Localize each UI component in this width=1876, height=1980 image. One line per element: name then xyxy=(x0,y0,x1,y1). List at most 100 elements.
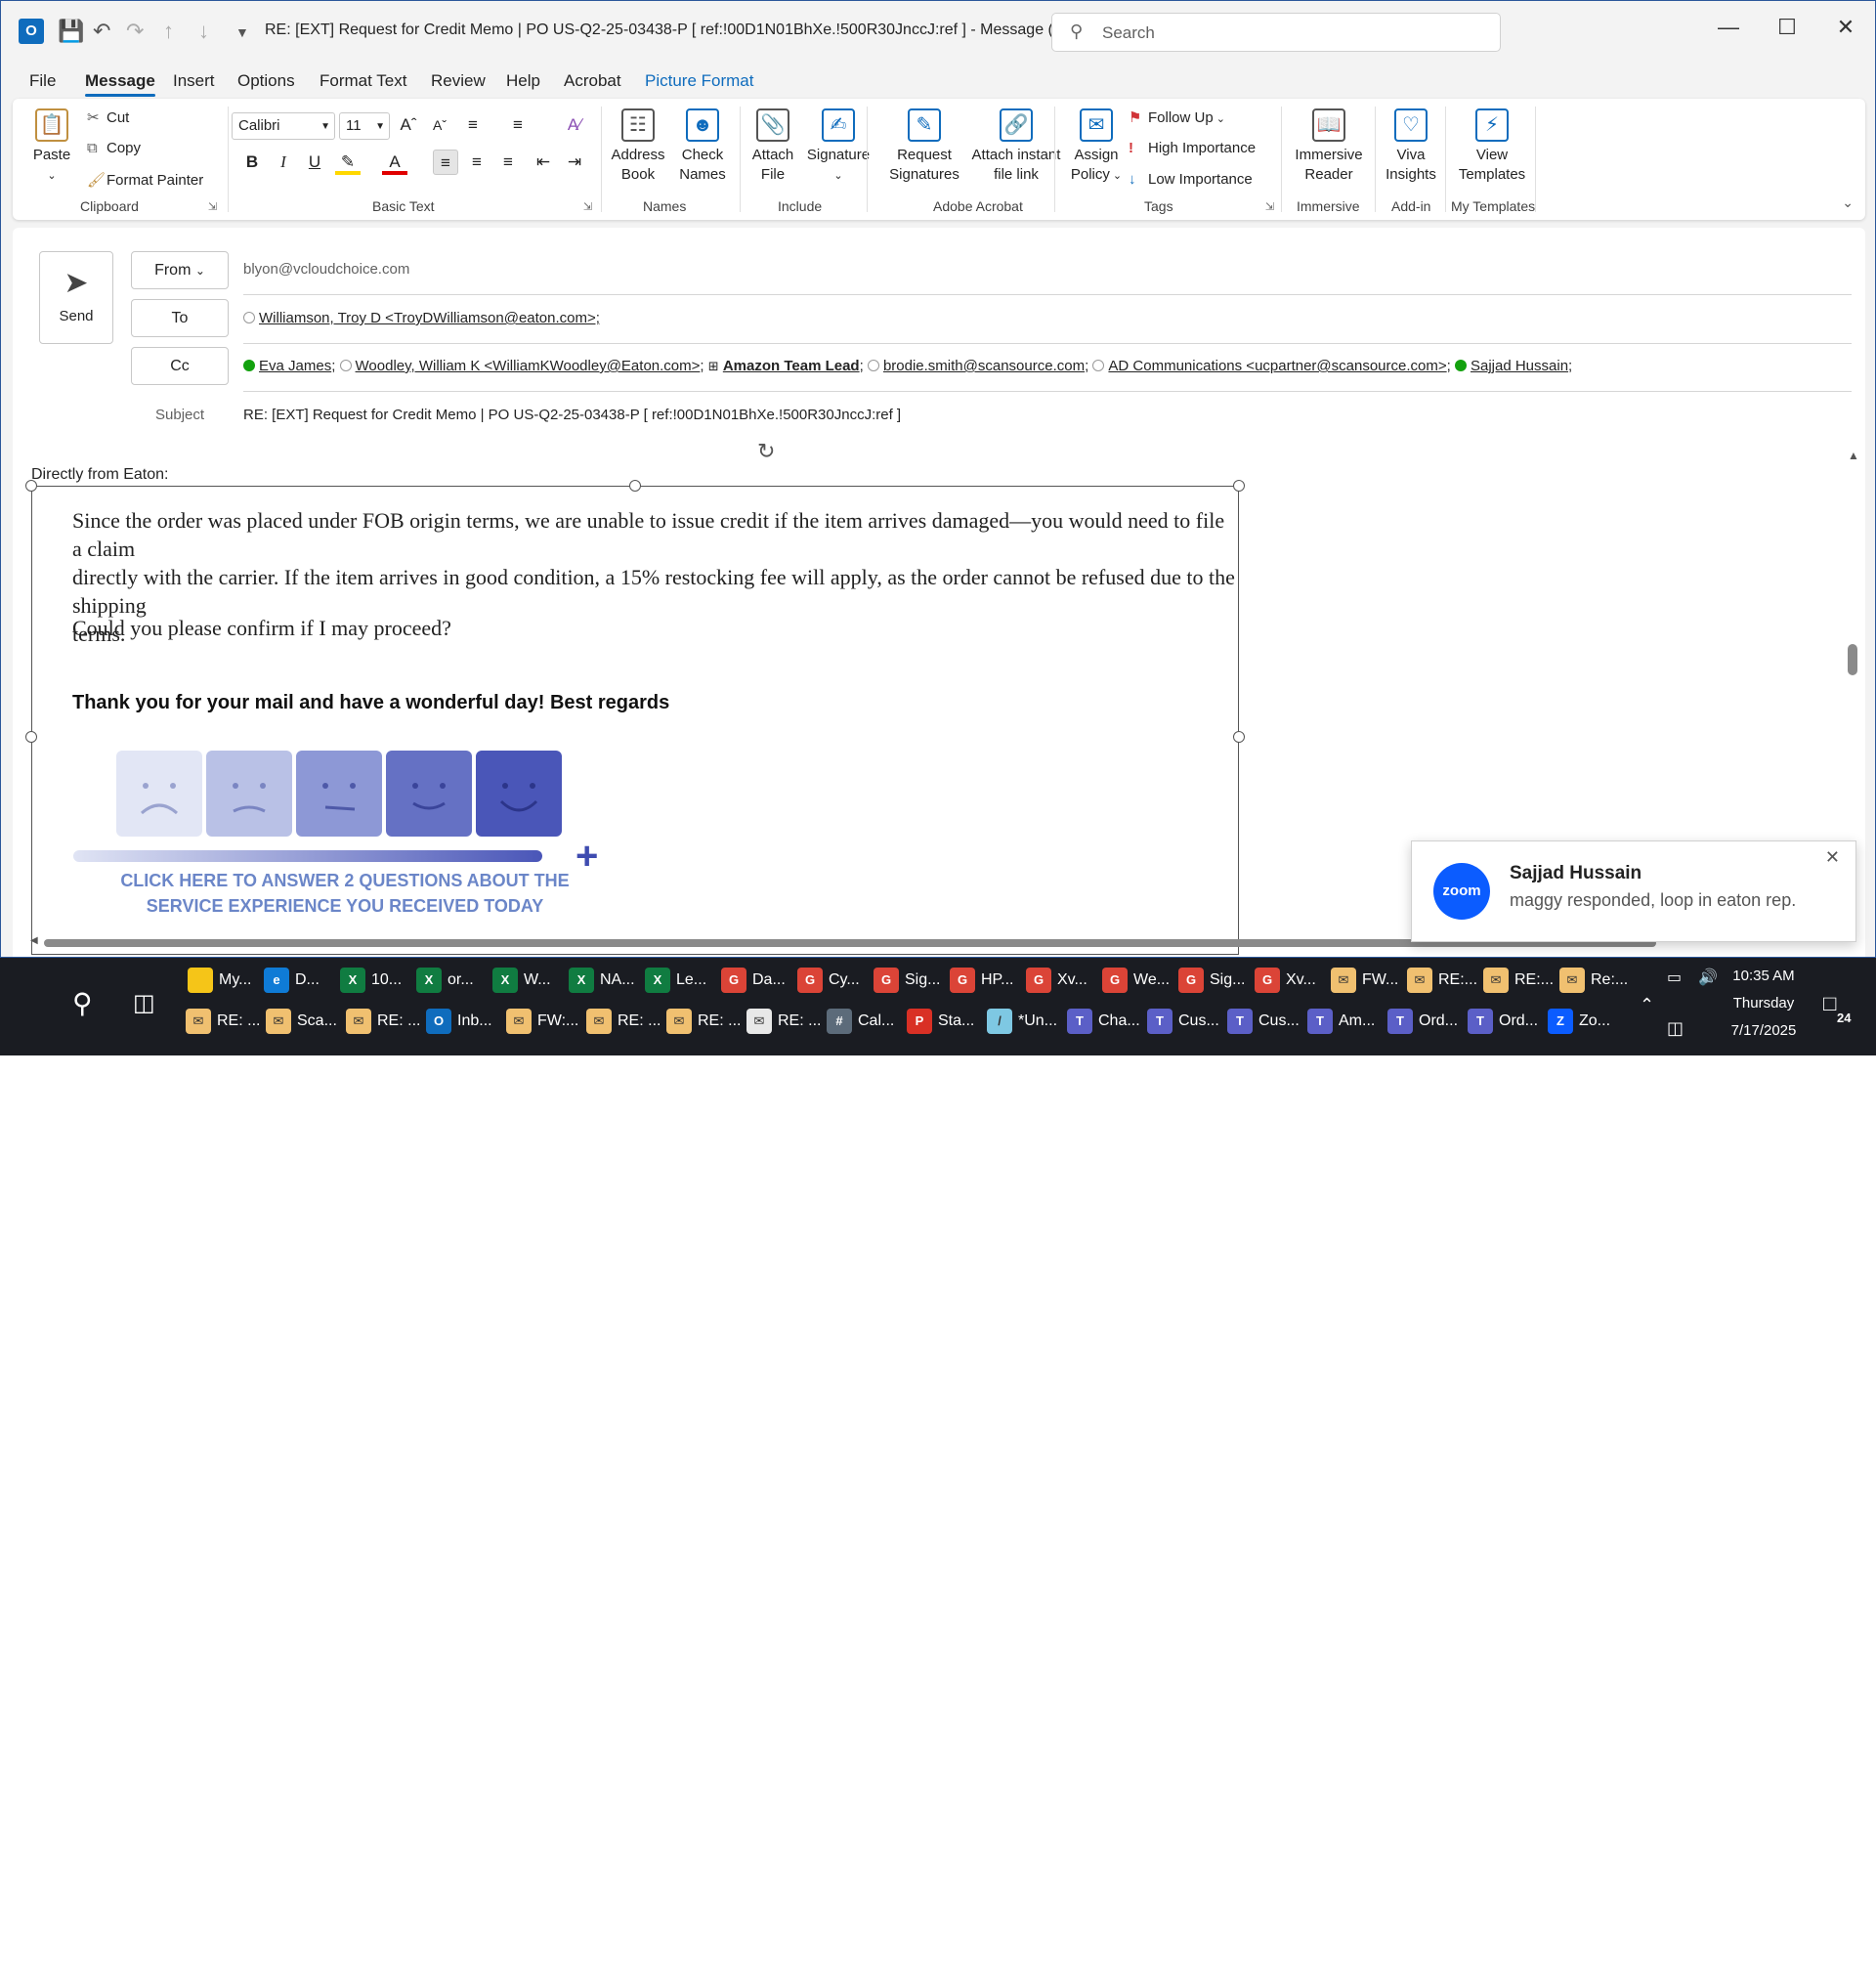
survey-link[interactable]: CLICK HERE TO ANSWER 2 QUESTIONS ABOUT T… xyxy=(120,868,570,919)
taskbar-app-button[interactable]: T Cha... xyxy=(1067,1009,1141,1052)
taskbar-app-button[interactable]: My... xyxy=(188,968,262,1011)
taskbar-app-button[interactable]: G Da... xyxy=(721,968,795,1011)
bold-icon[interactable]: B xyxy=(239,150,265,175)
grow-font-icon[interactable]: Aˆ xyxy=(396,112,421,138)
customize-qat-icon[interactable]: ▼ xyxy=(235,24,249,40)
taskbar-app-button[interactable]: ✉ RE:... xyxy=(1407,968,1481,1011)
taskbar-app-button[interactable]: G HP... xyxy=(950,968,1024,1011)
taskbar-app-button[interactable]: T Am... xyxy=(1307,1009,1382,1052)
unhappy-face-icon[interactable] xyxy=(206,751,292,837)
down-arrow-icon[interactable]: ↓ xyxy=(198,19,209,44)
to-button[interactable]: To xyxy=(131,299,229,337)
assign-policy-button[interactable]: ✉ Assign Policy ⌄ xyxy=(1062,108,1130,186)
resize-handle[interactable] xyxy=(1233,731,1245,743)
taskbar-app-button[interactable]: ✉ RE: ... xyxy=(746,1009,821,1052)
maximize-button[interactable]: ☐ xyxy=(1768,15,1807,40)
attach-instant-link-button[interactable]: 🔗 Attach instant file link xyxy=(953,108,1080,185)
taskbar-app-button[interactable]: ✉ FW... xyxy=(1331,968,1405,1011)
italic-icon[interactable]: I xyxy=(271,150,296,175)
taskbar-app-button[interactable]: ✉ RE:... xyxy=(1483,968,1557,1011)
cc-field[interactable]: Eva James; Woodley, William K <WilliamKW… xyxy=(243,358,1572,374)
taskbar-app-button[interactable]: T Ord... xyxy=(1468,1009,1542,1052)
taskbar-app-button[interactable]: ✉ Sca... xyxy=(266,1009,340,1052)
taskbar-app-button[interactable]: ✉ RE: ... xyxy=(666,1009,741,1052)
up-arrow-icon[interactable]: ↑ xyxy=(163,19,174,44)
cut-button[interactable]: ✂ Cut xyxy=(87,108,129,126)
chevron-up-icon[interactable]: ⌃ xyxy=(1640,995,1654,1015)
taskbar-app-button[interactable]: / *Un... xyxy=(987,1009,1061,1052)
undo-icon[interactable]: ↶ xyxy=(93,19,110,44)
address-book-button[interactable]: ☷ Address Book xyxy=(609,108,667,185)
tab-message[interactable]: Message xyxy=(85,71,155,97)
taskbar-app-button[interactable]: G Xv... xyxy=(1026,968,1100,1011)
tab-format-text[interactable]: Format Text xyxy=(320,71,406,91)
follow-up-button[interactable]: ⚑ Follow Up ⌄ xyxy=(1129,108,1225,126)
taskbar-app-button[interactable]: G Xv... xyxy=(1255,968,1329,1011)
cc-recipient[interactable]: Sajjad Hussain xyxy=(1471,358,1568,374)
tab-help[interactable]: Help xyxy=(506,71,540,91)
battery-icon[interactable]: ▭ xyxy=(1667,968,1682,987)
font-size-select[interactable]: 11 ▼ xyxy=(339,112,390,140)
clipboard-launcher-icon[interactable]: ⇲ xyxy=(208,200,217,213)
tab-options[interactable]: Options xyxy=(237,71,295,91)
cc-recipient[interactable]: AD Communications <ucpartner@scansource.… xyxy=(1108,358,1446,374)
taskbar-app-button[interactable]: X 10... xyxy=(340,968,414,1011)
tab-review[interactable]: Review xyxy=(431,71,486,91)
signature-button[interactable]: ✍ Signature ⌄ xyxy=(804,108,873,186)
taskbar-app-button[interactable]: ✉ Re:... xyxy=(1559,968,1634,1011)
minimize-button[interactable]: — xyxy=(1709,15,1748,40)
taskbar-app-button[interactable]: G Cy... xyxy=(797,968,872,1011)
cc-button[interactable]: Cc xyxy=(131,347,229,385)
very-unhappy-face-icon[interactable] xyxy=(116,751,202,837)
resize-handle[interactable] xyxy=(629,480,641,492)
font-name-select[interactable]: Calibri ▼ xyxy=(232,112,335,140)
tab-insert[interactable]: Insert xyxy=(173,71,215,91)
taskbar-app-button[interactable]: # Cal... xyxy=(827,1009,901,1052)
copy-button[interactable]: ⧉ Copy xyxy=(87,140,141,156)
taskbar-app-button[interactable]: ✉ RE: ... xyxy=(586,1009,661,1052)
neutral-face-icon[interactable] xyxy=(296,751,382,837)
tags-launcher-icon[interactable]: ⇲ xyxy=(1265,200,1274,213)
taskbar-app-button[interactable]: ✉ FW:... xyxy=(506,1009,580,1052)
taskbar-app-button[interactable]: X NA... xyxy=(569,968,643,1011)
resize-handle[interactable] xyxy=(25,731,37,743)
tab-file[interactable]: File xyxy=(29,71,56,91)
format-painter-button[interactable]: 🖌Format Painter xyxy=(87,171,203,189)
underline-icon[interactable]: U xyxy=(302,150,327,175)
taskbar-app-button[interactable]: ✉ RE: ... xyxy=(346,1009,420,1052)
paste-button[interactable]: 📋 Paste ⌄ xyxy=(30,108,73,186)
cc-recipient[interactable]: Woodley, William K <WilliamKWoodley@Eato… xyxy=(356,358,701,374)
basic-text-launcher-icon[interactable]: ⇲ xyxy=(583,200,592,213)
low-importance-button[interactable]: ↓ Low Importance xyxy=(1129,171,1253,188)
tab-acrobat[interactable]: Acrobat xyxy=(564,71,621,91)
font-color-icon[interactable]: A xyxy=(382,150,407,175)
check-names-button[interactable]: ☻ Check Names xyxy=(673,108,732,185)
taskbar-app-button[interactable]: e D... xyxy=(264,968,338,1011)
network-icon[interactable]: ◫ xyxy=(1667,1018,1684,1039)
taskbar-app-button[interactable]: Z Zo... xyxy=(1548,1009,1622,1052)
from-button[interactable]: From ⌄ xyxy=(131,251,229,289)
taskbar-app-button[interactable]: G We... xyxy=(1102,968,1176,1011)
bullets-icon[interactable]: ≡ xyxy=(460,112,486,138)
to-recipient[interactable]: Williamson, Troy D <TroyDWilliamson@eato… xyxy=(259,310,600,326)
close-icon[interactable]: ✕ xyxy=(1825,847,1840,868)
notification-center-icon[interactable]: □ xyxy=(1823,991,1836,1016)
redo-icon[interactable]: ↷ xyxy=(126,19,144,44)
windows-start-icon[interactable] xyxy=(14,1951,43,1980)
attach-file-button[interactable]: 📎 Attach File xyxy=(746,108,800,185)
search-icon[interactable]: ⚲ xyxy=(72,987,93,1019)
decrease-indent-icon[interactable]: ⇤ xyxy=(531,150,556,175)
increase-indent-icon[interactable]: ⇥ xyxy=(562,150,587,175)
clock-time[interactable]: 10:35 AM xyxy=(1729,968,1798,984)
resize-handle[interactable] xyxy=(25,480,37,492)
save-icon[interactable]: 💾 xyxy=(58,19,84,44)
immersive-reader-button[interactable]: 📖 Immersive Reader xyxy=(1289,108,1369,185)
scroll-left-icon[interactable]: ◀ xyxy=(30,935,38,946)
subject-input[interactable]: RE: [EXT] Request for Credit Memo | PO U… xyxy=(243,407,901,423)
taskbar-app-button[interactable]: X Le... xyxy=(645,968,719,1011)
cc-recipient[interactable]: Eva James xyxy=(259,358,331,374)
search-box[interactable]: ⚲ Search xyxy=(1051,13,1501,52)
cc-recipient-group[interactable]: Amazon Team Lead xyxy=(723,358,860,374)
ribbon-collapse-icon[interactable]: ⌄ xyxy=(1842,194,1854,211)
task-view-icon[interactable]: ◫ xyxy=(133,989,155,1017)
